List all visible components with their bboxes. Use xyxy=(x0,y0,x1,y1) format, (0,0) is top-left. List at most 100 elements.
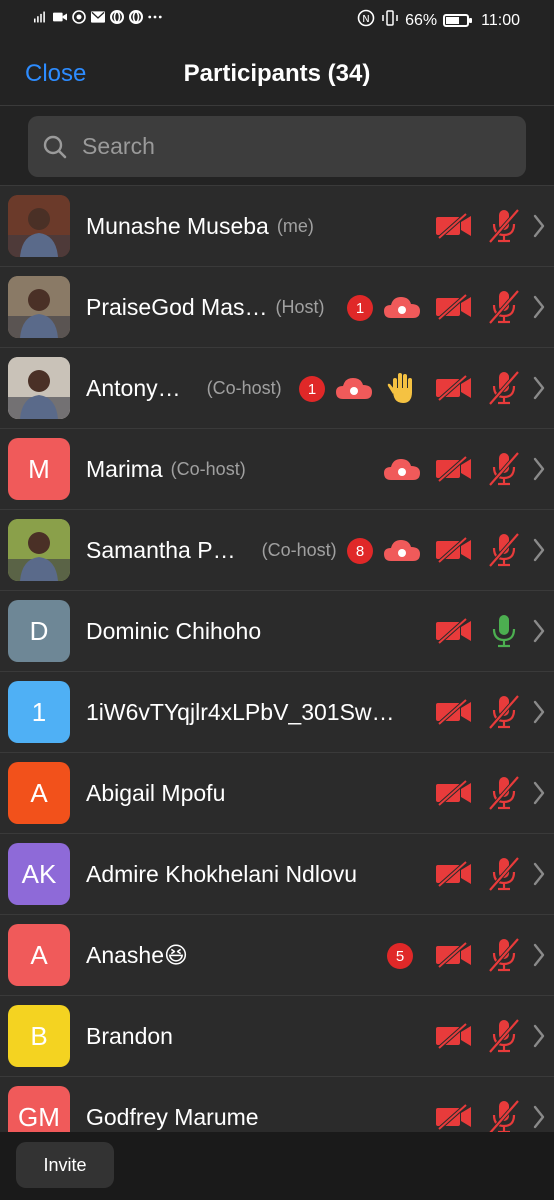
whatsapp-icon xyxy=(72,10,86,24)
mic-muted-icon[interactable] xyxy=(484,530,524,570)
signal-icon xyxy=(34,10,48,24)
participant-row[interactable]: Antony… (Co-host) 1 xyxy=(0,348,554,429)
page-title: Participants (34) xyxy=(183,60,371,87)
chat-count-badge: 1 xyxy=(347,295,373,321)
participant-role: (Co-host) xyxy=(261,540,337,560)
avatar: B xyxy=(8,1005,70,1067)
mic-muted-icon[interactable] xyxy=(484,449,524,489)
participant-row[interactable]: 1 1iW6vTYqjlr4xLPbV_301Sw… xyxy=(0,672,554,753)
video-off-icon[interactable] xyxy=(434,773,474,813)
mic-muted-icon[interactable] xyxy=(484,854,524,894)
participant-row[interactable]: A Anashe😆 5 xyxy=(0,915,554,996)
participant-name: Godfrey Marume xyxy=(86,1104,259,1130)
mic-muted-icon[interactable] xyxy=(484,368,524,408)
chat-count-badge: 8 xyxy=(347,538,373,564)
chevron-right-icon[interactable] xyxy=(532,860,546,888)
mic-muted-icon[interactable] xyxy=(484,1016,524,1056)
participant-name: Samantha P… xyxy=(86,537,236,563)
participant-row[interactable]: Munashe Museba (me) xyxy=(0,186,554,267)
chevron-right-icon[interactable] xyxy=(532,455,546,483)
chevron-right-icon[interactable] xyxy=(532,536,546,564)
participant-list: Munashe Museba (me) PraiseGod Mas… (Host) 1 A… xyxy=(0,186,554,1158)
participant-name-group: 1iW6vTYqjlr4xLPbV_301Sw… xyxy=(86,672,395,753)
video-icon xyxy=(53,10,67,24)
mic-muted-icon[interactable] xyxy=(484,1097,524,1137)
participant-row[interactable]: D Dominic Chihoho xyxy=(0,591,554,672)
raise-hand-icon xyxy=(382,368,422,408)
video-off-icon[interactable] xyxy=(434,1097,474,1137)
mic-on-icon[interactable] xyxy=(484,611,524,651)
participant-name: 1iW6vTYqjlr4xLPbV_301Sw… xyxy=(86,699,395,725)
chevron-right-icon[interactable] xyxy=(532,212,546,240)
invite-button[interactable]: Invite xyxy=(16,1142,114,1188)
mic-muted-icon[interactable] xyxy=(484,206,524,246)
chat-count-badge: 1 xyxy=(299,376,325,402)
video-off-icon[interactable] xyxy=(434,1016,474,1056)
participant-role: (Co-host) xyxy=(170,459,246,479)
search-input[interactable] xyxy=(82,133,482,160)
avatar-photo xyxy=(8,195,70,257)
video-off-icon[interactable] xyxy=(434,854,474,894)
video-off-icon[interactable] xyxy=(434,692,474,732)
status-right: N 66% 11:00 xyxy=(357,9,520,32)
avatar: M xyxy=(8,438,70,500)
chevron-right-icon[interactable] xyxy=(532,941,546,969)
video-off-icon[interactable] xyxy=(434,611,474,651)
participant-name: Dominic Chihoho xyxy=(86,618,262,644)
clock: 11:00 xyxy=(481,11,520,29)
video-off-icon[interactable] xyxy=(434,530,474,570)
chevron-right-icon[interactable] xyxy=(532,1103,546,1131)
mic-muted-icon[interactable] xyxy=(484,692,524,732)
participant-name-group: Samantha P… (Co-host) xyxy=(86,510,337,591)
cloud-record-icon xyxy=(382,449,422,489)
mic-muted-icon[interactable] xyxy=(484,935,524,975)
video-off-icon[interactable] xyxy=(434,206,474,246)
chevron-right-icon[interactable] xyxy=(532,374,546,402)
participant-name-group: PraiseGod Mas… (Host) xyxy=(86,267,325,348)
participant-name: Anashe😆 xyxy=(86,942,188,968)
search-bar xyxy=(0,106,554,186)
participant-row[interactable]: B Brandon xyxy=(0,996,554,1077)
video-off-icon[interactable] xyxy=(434,449,474,489)
chevron-right-icon[interactable] xyxy=(532,698,546,726)
participant-row[interactable]: Samantha P… (Co-host) 8 xyxy=(0,510,554,591)
chat-count-badge: 5 xyxy=(387,943,413,969)
avatar: AK xyxy=(8,843,70,905)
participant-role: (Co-host) xyxy=(206,378,282,398)
participant-name: Brandon xyxy=(86,1023,173,1049)
mic-muted-icon[interactable] xyxy=(484,287,524,327)
video-off-icon[interactable] xyxy=(434,287,474,327)
nfc-icon: N xyxy=(357,9,375,32)
participant-row[interactable]: AK Admire Khokhelani Ndlovu xyxy=(0,834,554,915)
mail-icon xyxy=(91,10,105,24)
participant-role: (me) xyxy=(276,216,314,236)
chevron-right-icon[interactable] xyxy=(532,1022,546,1050)
chevron-right-icon[interactable] xyxy=(532,293,546,321)
participant-name-group: Brandon xyxy=(86,996,173,1077)
participant-name: PraiseGod Mas… xyxy=(86,294,268,320)
participant-row[interactable]: PraiseGod Mas… (Host) 1 xyxy=(0,267,554,348)
participant-role: (Host) xyxy=(275,297,325,317)
avatar: A xyxy=(8,924,70,986)
participant-name-group: Marima (Co-host) xyxy=(86,429,246,510)
battery-percent: 66% xyxy=(405,11,438,29)
participant-row[interactable]: A Abigail Mpofu xyxy=(0,753,554,834)
avatar: D xyxy=(8,600,70,662)
video-off-icon[interactable] xyxy=(434,935,474,975)
participant-row[interactable]: M Marima (Co-host) xyxy=(0,429,554,510)
participant-name-group: Munashe Museba (me) xyxy=(86,186,314,267)
participant-name: Antony… xyxy=(86,375,181,401)
status-bar: N 66% 11:00 xyxy=(0,0,554,40)
video-off-icon[interactable] xyxy=(434,368,474,408)
chevron-right-icon[interactable] xyxy=(532,617,546,645)
participant-name: Munashe Museba xyxy=(86,213,269,239)
participant-name: Admire Khokhelani Ndlovu xyxy=(86,861,358,887)
chevron-right-icon[interactable] xyxy=(532,779,546,807)
avatar: 1 xyxy=(8,681,70,743)
avatar-photo xyxy=(8,276,70,338)
search-field[interactable] xyxy=(28,116,526,177)
mic-muted-icon[interactable] xyxy=(484,773,524,813)
opera-icon xyxy=(110,10,124,24)
bottom-bar: Invite xyxy=(0,1132,554,1200)
avatar: A xyxy=(8,762,70,824)
